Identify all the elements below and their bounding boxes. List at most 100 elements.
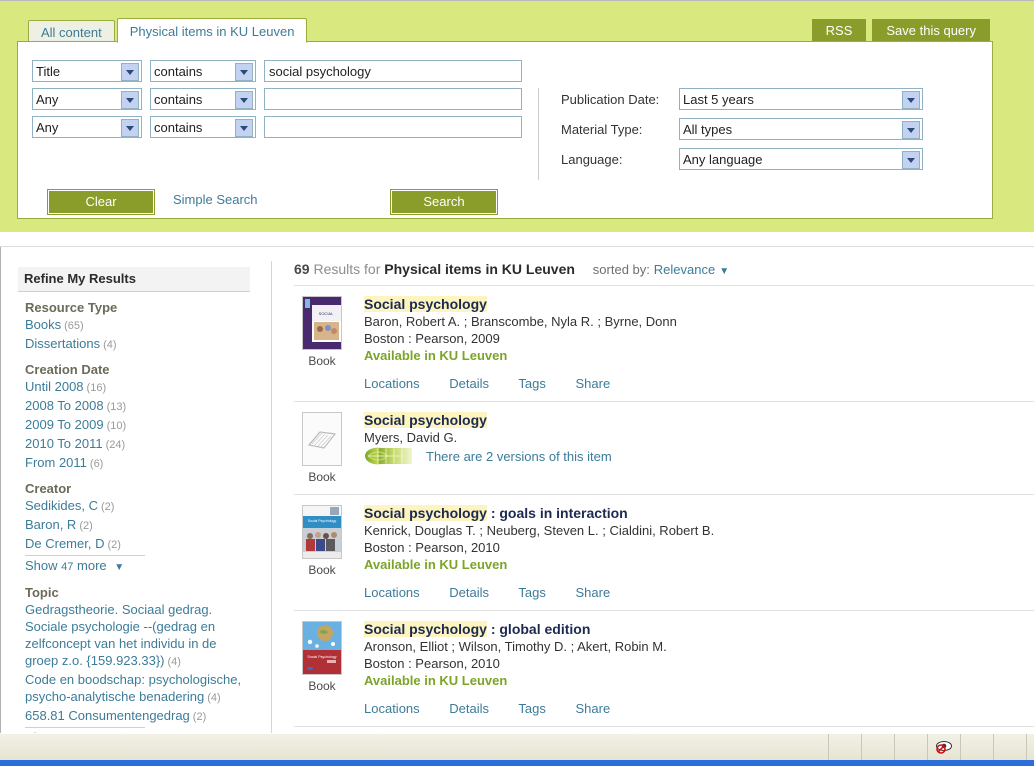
status-message-area (0, 734, 829, 760)
status-cell-4 (961, 734, 994, 760)
facet-item-topic-0[interactable]: Gedragstheorie. Sociaal gedrag. Sociale … (25, 601, 250, 671)
facet-item-dissertations[interactable]: Dissertations (4) (25, 335, 250, 354)
action-share[interactable]: Share (576, 701, 611, 716)
result-item[interactable]: Social Psychology Book Social psychology… (294, 495, 1034, 611)
search-operator-select-wrap: contains (150, 60, 256, 82)
book-cover-thumbnail[interactable] (302, 412, 342, 466)
facet-item-count: (2) (100, 501, 115, 513)
facet-group-topic: Topic Gedragstheorie. Sociaal gedrag. So… (18, 585, 250, 733)
action-tags[interactable]: Tags (518, 376, 545, 391)
result-record-column: Social psychology Baron, Robert A. ; Bra… (350, 296, 1034, 391)
results-word: Results for (313, 261, 381, 277)
advanced-search-panel: Title contains Any (17, 41, 993, 219)
status-cell-3 (895, 734, 928, 760)
search-term-input-2[interactable] (264, 116, 522, 138)
result-record-column: Social psychology : global edition Arons… (350, 621, 1034, 716)
tab-all-content[interactable]: All content (28, 20, 115, 43)
action-details[interactable]: Details (449, 376, 489, 391)
result-actions: Locations Details Tags Share (364, 376, 1034, 391)
facet-item-count: (4) (207, 692, 221, 704)
facet-title: Creation Date (25, 362, 110, 377)
action-share[interactable]: Share (576, 376, 611, 391)
facet-item-sedikides[interactable]: Sedikides, C (2) (25, 497, 250, 516)
search-operator-select-2[interactable]: contains (150, 116, 256, 138)
facet-item-label: De Cremer, D (25, 536, 105, 551)
generic-book-icon (307, 431, 337, 449)
search-operator-select-wrap: contains (150, 116, 256, 138)
facet-item-2008-to-2008[interactable]: 2008 To 2008 (13) (25, 397, 250, 416)
action-details[interactable]: Details (449, 701, 489, 716)
show-more-prefix: Show (25, 558, 58, 573)
result-versions[interactable]: There are 2 versions of this item (364, 447, 1034, 465)
result-item[interactable]: SOCIAL Book Social psychology Baron, Rob… (294, 286, 1034, 402)
result-authors: Aronson, Elliot ; Wilson, Timothy D. ; A… (364, 639, 667, 654)
action-locations[interactable]: Locations (364, 376, 420, 391)
facet-item-label: 2010 To 2011 (25, 436, 103, 451)
facet-item-2010-to-2011[interactable]: 2010 To 2011 (24) (25, 435, 250, 454)
result-title-rest: : global edition (486, 621, 591, 637)
action-share[interactable]: Share (576, 585, 611, 600)
book-cover-thumbnail[interactable]: SOCIAL (302, 296, 342, 350)
language-select-wrap: Any language (679, 148, 923, 170)
search-index-select-1[interactable]: Any (32, 88, 142, 110)
sorted-by-label: sorted by: (592, 262, 650, 277)
action-tags[interactable]: Tags (518, 585, 545, 600)
facet-item-until-2008[interactable]: Until 2008 (16) (25, 378, 250, 397)
search-term-input-1[interactable] (264, 88, 522, 110)
facet-item-from-2011[interactable]: From 2011 (6) (25, 454, 250, 473)
facet-item-label: Sedikides, C (25, 498, 98, 513)
facet-item-2009-to-2009[interactable]: 2009 To 2009 (10) (25, 416, 250, 435)
rss-button[interactable]: RSS (811, 19, 867, 42)
search-row: Any contains (32, 88, 522, 110)
save-query-button[interactable]: Save this query (872, 19, 990, 42)
versions-link[interactable]: There are 2 versions of this item (426, 449, 612, 464)
book-cover-thumbnail[interactable]: Social Psychology (302, 621, 342, 675)
search-term-input-0[interactable] (264, 60, 522, 82)
popup-blocker-cell[interactable] (928, 734, 961, 760)
tab-physical-items[interactable]: Physical items in KU Leuven (116, 18, 308, 43)
result-publication: Boston : Pearson, 2010 (364, 656, 500, 671)
facet-title: Topic (25, 585, 59, 600)
facet-item-count: (4) (103, 339, 117, 351)
search-operator-select-1[interactable]: contains (150, 88, 256, 110)
facet-group-creation-date: Creation Date Until 2008 (16) 2008 To 200… (18, 362, 250, 473)
search-operator-select-0[interactable]: contains (150, 60, 256, 82)
material-type-select-wrap: All types (679, 118, 923, 140)
facet-item-topic-1[interactable]: Code en boodschap: psychologische, psych… (25, 671, 250, 707)
show-more-suffix: more (77, 558, 107, 573)
facet-item-de-cremer[interactable]: De Cremer, D (2) (25, 535, 250, 554)
language-select[interactable]: Any language (679, 148, 923, 170)
search-button[interactable]: Search (390, 189, 498, 215)
result-title[interactable]: Social psychology : goals in interaction (364, 505, 1034, 521)
sort-value[interactable]: Relevance (654, 262, 715, 277)
search-index-select-0[interactable]: Title (32, 60, 142, 82)
search-index-select-2[interactable]: Any (32, 116, 142, 138)
result-title[interactable]: Social psychology (364, 412, 1034, 428)
action-locations[interactable]: Locations (364, 701, 420, 716)
chevron-down-icon[interactable]: ▼ (719, 266, 729, 277)
facet-item-topic-2[interactable]: 658.81 Consumentengedrag (2) (25, 707, 250, 726)
result-authors: Myers, David G. (364, 430, 458, 445)
result-item[interactable]: Book Social psychology Myers, David G. T… (294, 402, 1034, 495)
facet-item-count: (24) (105, 439, 126, 451)
facet-item-baron[interactable]: Baron, R (2) (25, 516, 250, 535)
book-cover-thumbnail[interactable]: Social Psychology (302, 505, 342, 559)
facet-item-books[interactable]: Books (65) (25, 316, 250, 335)
material-type-select[interactable]: All types (679, 118, 923, 140)
clear-button[interactable]: Clear (47, 189, 155, 215)
action-details[interactable]: Details (449, 585, 489, 600)
publication-date-select[interactable]: Last 5 years (679, 88, 923, 110)
action-locations[interactable]: Locations (364, 585, 420, 600)
result-title[interactable]: Social psychology (364, 296, 1034, 312)
result-type-label: Book (308, 679, 336, 693)
action-tags[interactable]: Tags (518, 701, 545, 716)
result-record-column: Social psychology : goals in interaction… (350, 505, 1034, 600)
security-zone-area[interactable]: Interne (1027, 734, 1034, 760)
result-item[interactable]: Social Psychology Book Social psychology… (294, 611, 1034, 727)
facet-item-label: Until 2008 (25, 379, 84, 394)
result-title[interactable]: Social psychology : global edition (364, 621, 1034, 637)
facet-item-label: Baron, R (25, 517, 77, 532)
creator-show-more[interactable]: Show 47 more ▼ (25, 555, 145, 577)
publication-date-select-wrap: Last 5 years (679, 88, 923, 110)
simple-search-link[interactable]: Simple Search (173, 192, 258, 207)
